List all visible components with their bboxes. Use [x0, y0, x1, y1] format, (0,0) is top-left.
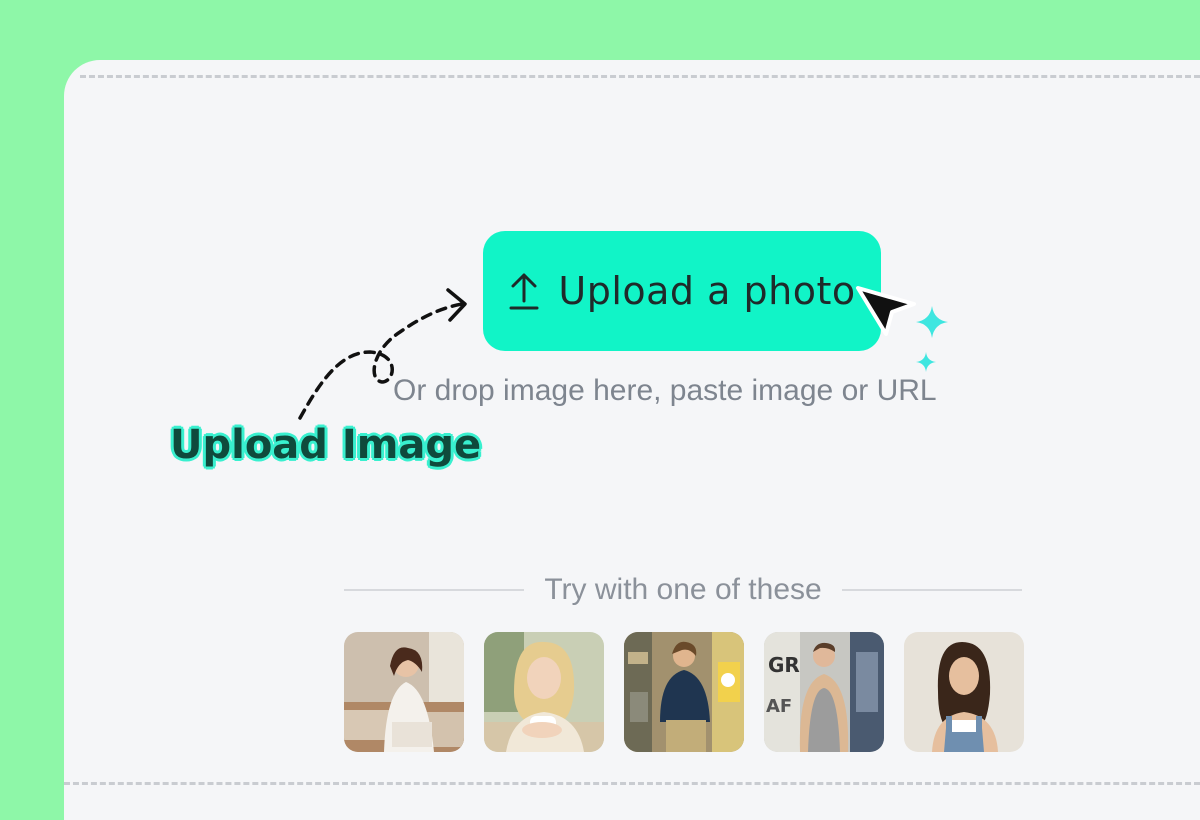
svg-text:GR: GR	[768, 653, 800, 677]
sample-image-3[interactable]	[624, 632, 744, 752]
sample-image-4[interactable]: GR AF	[764, 632, 884, 752]
mouse-cursor-icon	[856, 286, 916, 336]
divider-line-left	[344, 589, 525, 591]
upload-arrow-icon	[508, 271, 540, 311]
dashed-border-bottom	[64, 782, 1200, 785]
sample-image-5[interactable]	[904, 632, 1024, 752]
samples-divider: Try with one of these	[344, 570, 1023, 610]
upload-photo-button[interactable]: Upload a photo	[483, 231, 881, 351]
upload-photo-label: Upload a photo	[558, 269, 856, 313]
dashed-border-top	[80, 75, 1200, 78]
svg-text:AF: AF	[766, 696, 792, 717]
sparkle-icon	[916, 306, 948, 338]
upload-image-callout: Upload Image	[170, 422, 482, 468]
sample-image-1[interactable]	[344, 632, 464, 752]
sample-image-2[interactable]	[484, 632, 604, 752]
dashed-arrow-icon	[298, 288, 467, 420]
drop-hint-text: Or drop image here, paste image or URL	[393, 374, 937, 407]
samples-divider-text: Try with one of these	[544, 573, 822, 606]
sparkle-small-icon	[916, 352, 936, 372]
divider-line-right	[841, 589, 1023, 591]
sample-images: GR AF	[344, 632, 1024, 752]
